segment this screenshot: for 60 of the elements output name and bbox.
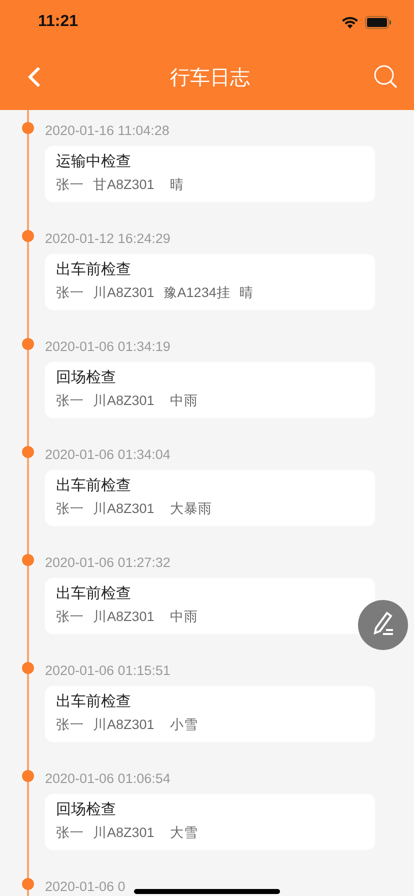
timeline-dot [22,662,34,674]
entry-timestamp: 2020-01-06 01:34:04 [45,446,170,464]
weather-text: 中雨 [170,608,198,626]
page-title: 行车日志 [170,64,250,90]
driver-name: 张一 [56,716,84,734]
plate-number: 川A8Z301 [93,392,156,410]
entry-timestamp: 2020-01-06 01:15:51 [45,662,170,680]
edit-button[interactable] [358,600,408,650]
weather-text: 中雨 [170,392,198,410]
timeline-dot [22,230,34,242]
weather-text: 小雪 [170,716,198,734]
plate-number: 川A8Z301 [93,500,156,518]
weather-text: 大雪 [170,824,198,842]
timeline-dot [22,878,34,890]
inspection-type: 出车前检查 [56,584,132,603]
driver-name: 张一 [56,824,84,842]
plate-number: 甘A8Z301 [93,176,156,194]
timeline-dot [22,122,34,134]
trailer-plate: 豫A1234挂 [163,284,230,302]
driver-name: 张一 [56,392,84,410]
inspection-type: 回场检查 [56,368,117,387]
entry-timestamp: 2020-01-16 11:04:28 [45,122,170,140]
plate-number: 川A8Z301 [93,284,154,302]
timeline-dot [22,770,34,782]
plate-number: 川A8Z301 [93,716,156,734]
entry-timestamp: 2020-01-06 01:06:54 [45,770,170,788]
driver-name: 张一 [56,176,84,194]
log-card[interactable]: 出车前检查 张一 川A8Z301 中雨 [45,578,375,634]
inspection-type: 运输中检查 [56,152,132,171]
plate-number: 川A8Z301 [93,824,156,842]
log-card[interactable]: 回场检查 张一 川A8Z301 中雨 [45,362,375,418]
log-card[interactable]: 回场检查 张一 川A8Z301 大雪 [45,794,375,850]
timeline-dot [22,446,34,458]
entry-timestamp: 2020-01-12 16:24:29 [45,230,170,248]
inspection-type: 出车前检查 [56,476,132,495]
search-icon [373,64,399,90]
weather-text: 大暴雨 [170,500,212,518]
entry-timestamp: 2020-01-06 01:34:19 [45,338,170,356]
search-button[interactable] [372,63,400,91]
driver-name: 张一 [56,284,84,302]
driver-name: 张一 [56,608,84,626]
driver-name: 张一 [56,500,84,518]
timeline-dot [22,338,34,350]
wifi-icon [341,16,359,28]
inspection-type: 回场检查 [56,800,117,819]
timeline-dot [22,554,34,566]
log-card[interactable]: 出车前检查 张一 川A8Z301 大暴雨 [45,470,375,526]
status-time: 11:21 [38,13,78,31]
inspection-type: 出车前检查 [56,260,132,279]
inspection-type: 出车前检查 [56,692,132,711]
log-card[interactable]: 运输中检查 张一 甘A8Z301 晴 [45,146,375,202]
weather-text: 晴 [170,176,184,194]
battery-icon [365,16,392,28]
weather-text: 晴 [239,284,254,302]
entry-timestamp: 2020-01-06 01:27:32 [45,554,170,572]
plate-number: 川A8Z301 [93,608,156,626]
entry-timestamp: 2020-01-06 0 [45,878,126,896]
log-card[interactable]: 出车前检查 张一 川A8Z301 小雪 [45,686,375,742]
back-icon [27,66,41,88]
log-card[interactable]: 出车前检查 张一 川A8Z301 豫A1234挂 晴 [45,254,375,310]
